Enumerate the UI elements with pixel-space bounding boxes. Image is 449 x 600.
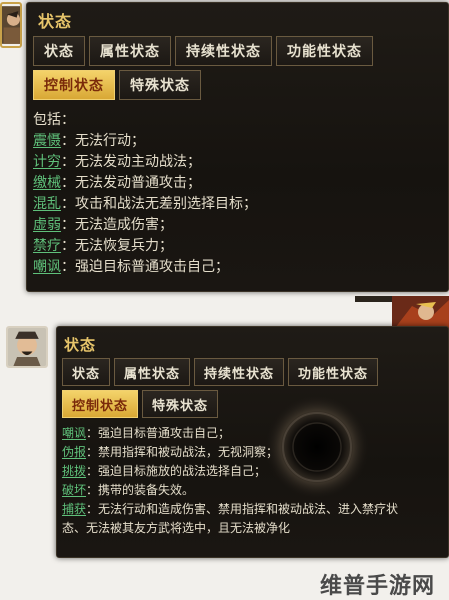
status-entry: 嘲讽：强迫目标普通攻击自己； xyxy=(62,424,412,443)
status-desc: ：无法恢复兵力； xyxy=(61,238,173,254)
status-term-link[interactable]: 虚弱 xyxy=(33,217,61,233)
status-term-link[interactable]: 嘲讽 xyxy=(33,259,61,275)
tab-duration-status[interactable]: 持续性状态 xyxy=(175,36,272,66)
tab-attribute-status[interactable]: 属性状态 xyxy=(89,36,171,66)
tab-duration-status[interactable]: 持续性状态 xyxy=(194,358,285,386)
status-desc: ：攻击和战法无差别选择目标； xyxy=(61,196,257,212)
tab-status[interactable]: 状态 xyxy=(62,358,111,386)
status-entry: 伪报：禁用指挥和被动战法，无视洞察； xyxy=(62,443,412,462)
status-description-bottom: 嘲讽：强迫目标普通攻击自己； 伪报：禁用指挥和被动战法，无视洞察； 挑拨：强迫目… xyxy=(62,424,412,538)
status-description-top: 包括： 震慑：无法行动； 计穷：无法发动主动战法； 缴械：无法发动普通攻击； 混… xyxy=(33,110,257,278)
intro-text: 包括： xyxy=(33,112,75,128)
panel-title: 状态 xyxy=(64,336,97,354)
tab-attribute-status[interactable]: 属性状态 xyxy=(114,358,191,386)
status-term-link[interactable]: 混乱 xyxy=(33,196,61,212)
status-term-link[interactable]: 伪报 xyxy=(62,445,86,459)
status-term-link[interactable]: 挑拨 xyxy=(62,464,86,478)
status-entry: 虚弱：无法造成伤害； xyxy=(33,215,257,236)
tab-row-secondary: 控制状态 特殊状态 xyxy=(33,70,201,100)
status-entry: 计穷：无法发动主动战法； xyxy=(33,152,257,173)
status-term-link[interactable]: 破坏 xyxy=(62,483,86,497)
tab-special-status[interactable]: 特殊状态 xyxy=(119,70,201,100)
status-entry: 混乱：攻击和战法无差别选择目标； xyxy=(33,194,257,215)
status-entry: 捕获：无法行动和造成伤害、禁用指挥和被动战法、进入禁疗状态、无法被其友方武将选中… xyxy=(62,500,412,538)
tab-row-primary: 状态 属性状态 持续性状态 功能性状态 xyxy=(33,36,373,66)
status-desc: ：无法发动普通攻击； xyxy=(61,175,201,191)
status-desc: ：无法造成伤害； xyxy=(61,217,173,233)
site-watermark: 维普手游网 xyxy=(320,574,436,599)
status-desc: ：无法发动主动战法； xyxy=(61,154,201,170)
status-term-link[interactable]: 缴械 xyxy=(33,175,61,191)
general-portrait-image xyxy=(8,328,46,366)
status-term-link[interactable]: 禁疗 xyxy=(33,238,61,254)
status-desc: ：携带的装备失效。 xyxy=(86,483,195,497)
general-portrait-bottom xyxy=(6,326,48,368)
general-portrait-image xyxy=(2,6,20,44)
status-entry: 震慑：无法行动； xyxy=(33,131,257,152)
panel-title: 状态 xyxy=(38,12,73,31)
status-term-link[interactable]: 嘲讽 xyxy=(62,426,86,440)
status-desc: ：强迫目标普通攻击自己； xyxy=(61,259,229,275)
tab-row-secondary: 控制状态 特殊状态 xyxy=(62,390,219,418)
status-entry: 禁疗：无法恢复兵力； xyxy=(33,236,257,257)
divider-strip xyxy=(355,296,395,302)
status-entry: 嘲讽：强迫目标普通攻击自己； xyxy=(33,257,257,278)
general-portrait-top xyxy=(0,2,22,48)
status-term-link[interactable]: 震慑 xyxy=(33,133,61,149)
tab-row-primary: 状态 属性状态 持续性状态 功能性状态 xyxy=(62,358,379,386)
tab-function-status[interactable]: 功能性状态 xyxy=(276,36,373,66)
status-entry: 破坏：携带的装备失效。 xyxy=(62,481,412,500)
status-entry: 缴械：无法发动普通攻击； xyxy=(33,173,257,194)
tab-control-status[interactable]: 控制状态 xyxy=(62,390,139,418)
tab-function-status[interactable]: 功能性状态 xyxy=(288,358,379,386)
status-desc: ：禁用指挥和被动战法，无视洞察； xyxy=(86,445,279,459)
status-term-link[interactable]: 捕获 xyxy=(62,502,86,516)
status-desc: ：无法行动； xyxy=(61,133,145,149)
status-entry: 挑拨：强迫目标施放的战法选择自己； xyxy=(62,462,412,481)
tab-control-status[interactable]: 控制状态 xyxy=(33,70,115,100)
status-desc: ：强迫目标普通攻击自己； xyxy=(86,426,231,440)
tab-status[interactable]: 状态 xyxy=(33,36,85,66)
status-term-link[interactable]: 计穷 xyxy=(33,154,61,170)
tab-special-status[interactable]: 特殊状态 xyxy=(142,390,219,418)
status-desc: ：无法行动和造成伤害、禁用指挥和被动战法、进入禁疗状态、无法被其友方武将选中，且… xyxy=(62,502,399,535)
status-desc: ：强迫目标施放的战法选择自己； xyxy=(86,464,267,478)
